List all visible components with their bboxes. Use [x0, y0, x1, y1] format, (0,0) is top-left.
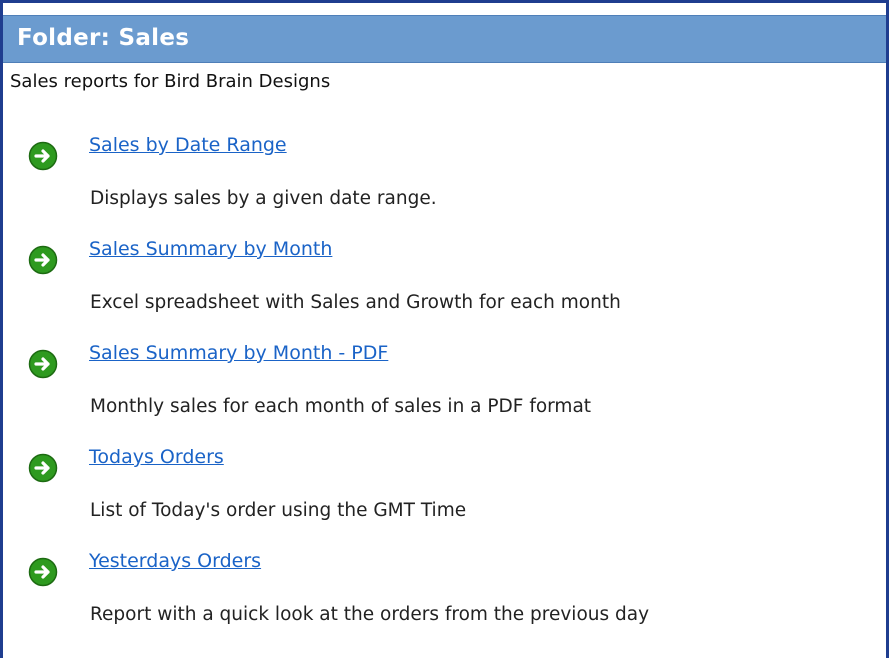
arrow-right-circle-icon[interactable]	[28, 453, 58, 483]
report-link-sales-summary-by-month[interactable]: Sales Summary by Month	[89, 238, 332, 260]
arrow-right-circle-icon[interactable]	[28, 557, 58, 587]
report-link-yesterdays-orders[interactable]: Yesterdays Orders	[89, 550, 261, 572]
report-description: List of Today's order using the GMT Time	[90, 500, 467, 521]
report-link-sales-by-date-range[interactable]: Sales by Date Range	[89, 134, 287, 156]
folder-title: Folder: Sales	[17, 25, 190, 51]
arrow-right-circle-icon[interactable]	[28, 245, 58, 275]
folder-description: Sales reports for Bird Brain Designs	[10, 71, 331, 92]
report-description: Excel spreadsheet with Sales and Growth …	[90, 292, 621, 313]
arrow-right-circle-icon[interactable]	[28, 349, 58, 379]
folder-header: Folder: Sales	[3, 15, 886, 63]
report-item-todays-orders: Todays Orders List of Today's order usin…	[3, 446, 886, 550]
sales-folder-panel: Folder: Sales Sales reports for Bird Bra…	[0, 0, 889, 658]
report-description: Monthly sales for each month of sales in…	[90, 396, 592, 417]
report-item-sales-by-date-range: Sales by Date Range Displays sales by a …	[3, 134, 886, 238]
report-description: Displays sales by a given date range.	[90, 188, 437, 209]
report-link-todays-orders[interactable]: Todays Orders	[89, 446, 224, 468]
report-link-sales-summary-by-month-pdf[interactable]: Sales Summary by Month - PDF	[89, 342, 388, 364]
report-description: Report with a quick look at the orders f…	[90, 604, 650, 625]
arrow-right-circle-icon[interactable]	[28, 141, 58, 171]
report-item-sales-summary-by-month: Sales Summary by Month Excel spreadsheet…	[3, 238, 886, 342]
report-item-yesterdays-orders: Yesterdays Orders Report with a quick lo…	[3, 550, 886, 654]
report-list: Sales by Date Range Displays sales by a …	[3, 134, 886, 654]
report-item-sales-summary-by-month-pdf: Sales Summary by Month - PDF Monthly sal…	[3, 342, 886, 446]
